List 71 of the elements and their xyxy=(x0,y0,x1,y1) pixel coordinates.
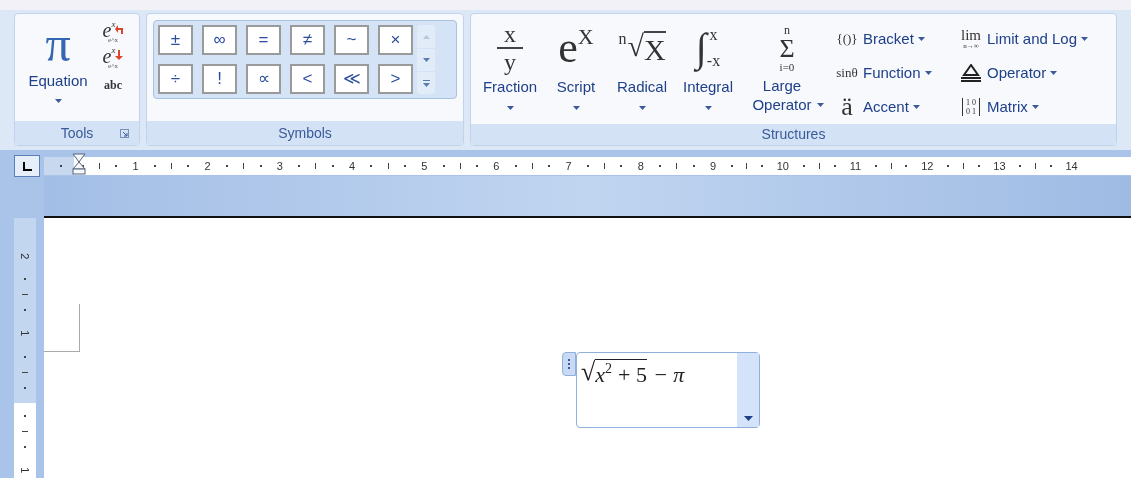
structure-button[interactable]: n Σ i=0 Large Operator xyxy=(741,20,833,124)
symbol-button[interactable]: = xyxy=(246,25,281,55)
symbol-button[interactable]: ∝ xyxy=(246,63,281,94)
symbol-button[interactable]: < xyxy=(290,63,325,94)
equation-handle[interactable] xyxy=(562,351,576,376)
symbol-button[interactable]: ≠ xyxy=(290,25,325,55)
symbol-button[interactable]: ! xyxy=(202,63,237,94)
symbol-button[interactable]: ÷ xyxy=(158,63,193,94)
tab-stop-button[interactable] xyxy=(14,155,40,177)
ruler-number: 14 xyxy=(1065,158,1078,174)
ruler-number: 5 xyxy=(421,158,428,174)
ruler-number: 9 xyxy=(709,158,717,174)
structure-menu-button[interactable]: {()} Bracket xyxy=(835,22,959,56)
caret-icon xyxy=(1031,105,1039,109)
caret-icon xyxy=(506,105,514,110)
caret-icon xyxy=(817,103,824,107)
ruler-number: 11 xyxy=(849,158,862,174)
pi-icon: π xyxy=(45,18,71,70)
glyph-icon: sinθ xyxy=(836,63,858,83)
ruler-number: 6 xyxy=(493,158,500,174)
ruler-number: 3 xyxy=(276,158,283,174)
group-label: Symbols xyxy=(278,123,332,143)
group-label: Tools xyxy=(60,123,94,143)
symbol-button[interactable]: ≪ xyxy=(334,63,369,94)
caret-icon xyxy=(924,71,932,75)
down-arrow-icon xyxy=(422,58,430,62)
ruler-number: 1 xyxy=(18,330,33,337)
ruler-number: 13 xyxy=(993,158,1006,174)
symbol-button[interactable]: ∞ xyxy=(202,25,237,55)
expand-gallery-icon xyxy=(422,79,430,87)
margin-corner-mark xyxy=(44,303,80,352)
ruler-number: 10 xyxy=(776,158,789,174)
dialog-launcher-icon[interactable] xyxy=(120,129,129,138)
scroll-down-button[interactable] xyxy=(417,49,435,71)
up-arrow-icon xyxy=(422,34,430,39)
caret-icon xyxy=(1050,71,1058,75)
equation-button[interactable]: π Equation xyxy=(21,18,95,103)
structure-menu-button[interactable]: 1 0 0 1 Matrix xyxy=(959,90,1089,124)
symbol-button[interactable]: × xyxy=(378,25,413,55)
caret-icon xyxy=(638,105,646,110)
caret-icon xyxy=(54,98,62,103)
glyph-icon: {()} xyxy=(836,29,858,49)
normal-text-button[interactable]: abc xyxy=(104,76,122,94)
accent-icon: ä xyxy=(841,94,853,120)
operator-icon xyxy=(960,64,982,82)
ruler-number: 1 xyxy=(18,466,33,473)
group-label: Structures xyxy=(761,125,826,144)
caret-icon xyxy=(1081,37,1089,41)
caret-icon xyxy=(917,37,925,41)
ruler-number: 4 xyxy=(349,158,356,174)
ruler-number: 8 xyxy=(637,158,644,174)
structure-menu-button[interactable]: Operator xyxy=(959,56,1089,90)
ruler-number: 12 xyxy=(921,158,934,174)
structure-button[interactable]: x y Fraction xyxy=(477,20,543,124)
symbol-button[interactable]: ~ xyxy=(334,25,369,55)
ruler-number: 2 xyxy=(204,158,211,174)
caret-icon xyxy=(743,415,753,421)
structure-menu-button[interactable]: sinθ Function xyxy=(835,56,959,90)
ruler-number: 7 xyxy=(565,158,572,174)
symbol-button[interactable]: > xyxy=(378,63,413,94)
summation-icon: n Σ i=0 xyxy=(779,23,795,73)
left-tab-icon xyxy=(22,161,32,171)
ruler-number: 2 xyxy=(18,252,33,259)
indent-marker-icon[interactable] xyxy=(72,153,86,175)
caret-icon xyxy=(704,105,712,110)
caret-icon xyxy=(912,105,920,109)
structure-menu-button[interactable]: ä Accent xyxy=(835,90,959,124)
ruler-number: 1 xyxy=(132,158,139,174)
caret-icon xyxy=(572,105,580,110)
more-button[interactable] xyxy=(417,72,435,94)
symbol-button[interactable]: ± xyxy=(158,25,193,55)
